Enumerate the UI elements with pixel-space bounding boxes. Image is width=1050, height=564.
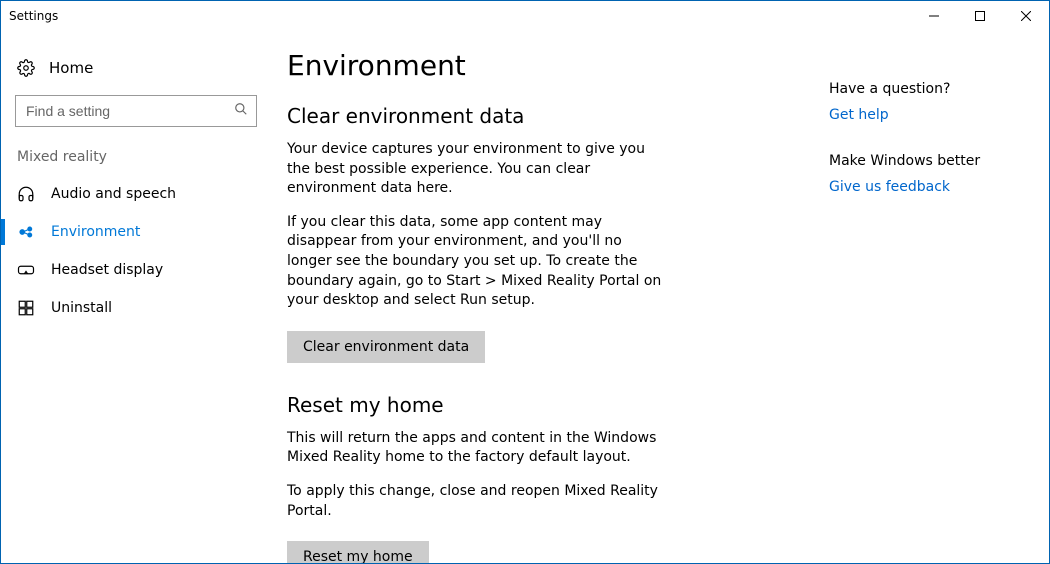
sidebar-item-uninstall[interactable]: Uninstall — [1, 289, 271, 327]
environment-icon — [17, 223, 35, 241]
sidebar-item-environment[interactable]: Environment — [1, 213, 271, 251]
uninstall-icon — [17, 299, 35, 317]
close-icon — [1021, 11, 1031, 21]
reset-my-home-button[interactable]: Reset my home — [287, 541, 429, 563]
section-heading: Clear environment data — [287, 104, 799, 128]
headphones-icon — [17, 185, 35, 203]
sidebar-item-label: Environment — [51, 224, 140, 240]
sidebar-nav: Audio and speech Environment Headset dis… — [1, 175, 271, 327]
feedback-block: Make Windows better Give us feedback — [829, 153, 1029, 195]
section-text: To apply this change, close and reopen M… — [287, 482, 667, 521]
get-help-link[interactable]: Get help — [829, 107, 1029, 123]
search-container — [1, 95, 271, 145]
give-feedback-link[interactable]: Give us feedback — [829, 179, 1029, 195]
section-reset-home: Reset my home This will return the apps … — [287, 393, 799, 563]
section-text: Your device captures your environment to… — [287, 140, 667, 199]
right-column: Have a question? Get help Make Windows b… — [829, 31, 1049, 563]
section-text: This will return the apps and content in… — [287, 429, 667, 468]
search-box[interactable] — [15, 95, 257, 127]
main-content: Environment Clear environment data Your … — [271, 31, 829, 563]
maximize-button[interactable] — [957, 1, 1003, 31]
better-heading: Make Windows better — [829, 153, 1029, 169]
question-block: Have a question? Get help — [829, 81, 1029, 123]
content-area: Home Mixed reality Audio and speech — [1, 31, 1049, 563]
page-title: Environment — [287, 49, 799, 82]
sidebar-item-headset-display[interactable]: Headset display — [1, 251, 271, 289]
minimize-button[interactable] — [911, 1, 957, 31]
titlebar: Settings — [1, 1, 1049, 31]
search-input[interactable] — [16, 96, 256, 126]
sidebar-item-label: Headset display — [51, 262, 163, 278]
question-heading: Have a question? — [829, 81, 1029, 97]
home-nav[interactable]: Home — [1, 51, 271, 85]
maximize-icon — [975, 11, 985, 21]
gear-icon — [17, 59, 35, 77]
section-text: If you clear this data, some app content… — [287, 213, 667, 311]
close-button[interactable] — [1003, 1, 1049, 31]
sidebar-item-label: Uninstall — [51, 300, 112, 316]
sidebar-section-label: Mixed reality — [1, 145, 271, 175]
section-heading: Reset my home — [287, 393, 799, 417]
section-clear-environment: Clear environment data Your device captu… — [287, 104, 799, 393]
home-label: Home — [49, 59, 93, 77]
window-title: Settings — [9, 9, 58, 23]
settings-window: Settings Home — [0, 0, 1050, 564]
minimize-icon — [929, 11, 939, 21]
headset-icon — [17, 261, 35, 279]
clear-environment-data-button[interactable]: Clear environment data — [287, 331, 485, 363]
window-controls — [911, 1, 1049, 31]
search-icon — [234, 102, 248, 120]
sidebar-item-label: Audio and speech — [51, 186, 176, 202]
sidebar-item-audio-and-speech[interactable]: Audio and speech — [1, 175, 271, 213]
sidebar: Home Mixed reality Audio and speech — [1, 31, 271, 563]
